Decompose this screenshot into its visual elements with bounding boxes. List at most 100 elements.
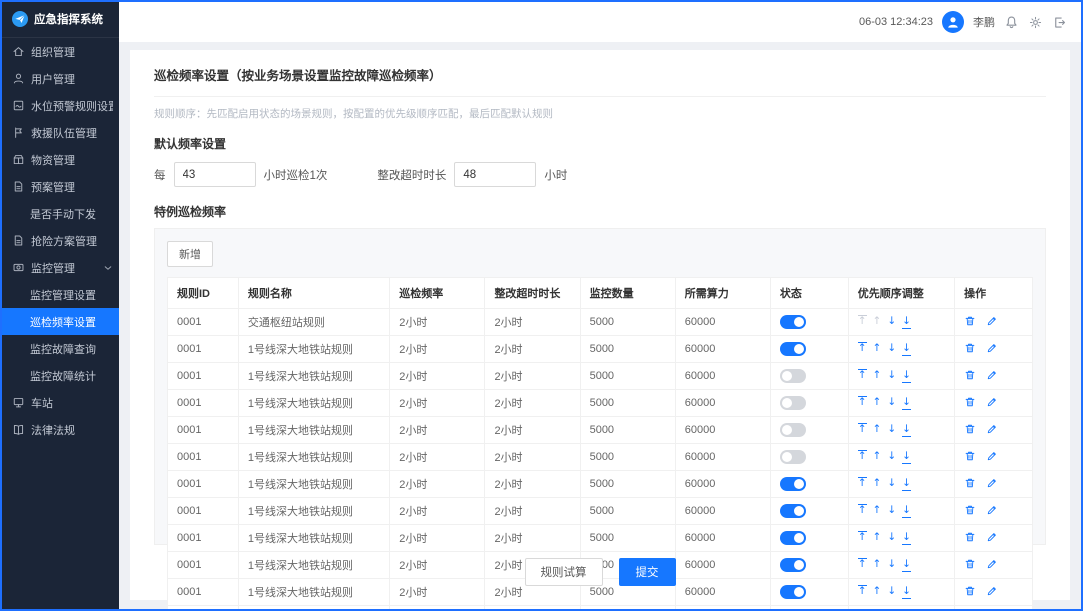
- delete-icon[interactable]: [964, 396, 976, 408]
- sidebar-item-plan-management[interactable]: 预案管理: [2, 173, 119, 200]
- delete-icon[interactable]: [964, 531, 976, 543]
- move-to-bottom-icon[interactable]: ↓: [902, 316, 911, 328]
- cell-status: [770, 606, 848, 611]
- move-to-bottom-icon[interactable]: ↓: [902, 397, 911, 409]
- status-toggle[interactable]: [780, 558, 806, 572]
- status-toggle[interactable]: [780, 342, 806, 356]
- sidebar-item-manual-dispatch[interactable]: 是否手动下发: [2, 200, 119, 227]
- sidebar-item-org-management[interactable]: 组织管理: [2, 38, 119, 65]
- status-toggle[interactable]: [780, 531, 806, 545]
- edit-icon[interactable]: [986, 369, 998, 381]
- sidebar-item-inspection-frequency-settings[interactable]: 巡检频率设置: [2, 308, 119, 335]
- move-to-bottom-icon[interactable]: ↓: [902, 424, 911, 436]
- move-to-bottom-icon[interactable]: ↓: [902, 532, 911, 544]
- delete-icon[interactable]: [964, 477, 976, 489]
- move-up-icon[interactable]: ↑: [873, 478, 882, 489]
- water-rule-icon: [12, 99, 25, 112]
- status-toggle[interactable]: [780, 369, 806, 383]
- rule-trial-button[interactable]: 规则试算: [525, 558, 603, 586]
- supplies-icon: [12, 153, 25, 166]
- edit-icon[interactable]: [986, 315, 998, 327]
- plan-icon: [12, 180, 25, 193]
- status-toggle[interactable]: [780, 315, 806, 329]
- sidebar-item-emergency-plan-management[interactable]: 抢险方案管理: [2, 227, 119, 254]
- edit-icon[interactable]: [986, 504, 998, 516]
- move-down-icon[interactable]: ↓: [887, 397, 896, 408]
- move-to-top-icon[interactable]: ↑: [858, 315, 867, 327]
- delete-icon[interactable]: [964, 504, 976, 516]
- add-rule-button[interactable]: 新增: [167, 241, 213, 267]
- sidebar-item-monitoring-fault-query[interactable]: 监控故障查询: [2, 335, 119, 362]
- move-up-icon[interactable]: ↑: [873, 505, 882, 516]
- sidebar-item-user-management[interactable]: 用户管理: [2, 65, 119, 92]
- move-to-top-icon[interactable]: ↑: [858, 477, 867, 489]
- user-avatar[interactable]: [942, 11, 964, 33]
- status-toggle[interactable]: [780, 396, 806, 410]
- move-to-top-icon[interactable]: ↑: [858, 369, 867, 381]
- move-up-icon[interactable]: ↑: [873, 370, 882, 381]
- move-down-icon[interactable]: ↓: [887, 316, 896, 327]
- edit-icon[interactable]: [986, 342, 998, 354]
- submit-button[interactable]: 提交: [619, 558, 676, 586]
- move-to-top-icon[interactable]: ↑: [858, 450, 867, 462]
- cell-status: [770, 417, 848, 444]
- inspection-interval-input[interactable]: [174, 162, 256, 187]
- move-to-bottom-icon[interactable]: ↓: [902, 478, 911, 490]
- status-toggle[interactable]: [780, 504, 806, 518]
- edit-icon[interactable]: [986, 423, 998, 435]
- move-to-top-icon[interactable]: ↑: [858, 504, 867, 516]
- status-toggle[interactable]: [780, 477, 806, 491]
- delete-icon[interactable]: [964, 342, 976, 354]
- top-header: 06-03 12:34:23 李鹏: [119, 2, 1081, 42]
- move-to-top-icon[interactable]: ↑: [858, 531, 867, 543]
- move-up-icon[interactable]: ↑: [873, 316, 882, 327]
- delete-icon[interactable]: [964, 450, 976, 462]
- bell-icon[interactable]: [1004, 15, 1019, 30]
- move-up-icon[interactable]: ↑: [873, 397, 882, 408]
- delete-icon[interactable]: [964, 315, 976, 327]
- cell-priority-adjust: ↑ ↑ ↓ ↓: [848, 471, 954, 498]
- edit-icon[interactable]: [986, 450, 998, 462]
- move-up-icon[interactable]: ↑: [873, 343, 882, 354]
- sidebar-item-rescue-team-management[interactable]: 救援队伍管理: [2, 119, 119, 146]
- sidebar-item-laws-regulations[interactable]: 法律法规: [2, 416, 119, 443]
- sidebar-item-monitoring-settings[interactable]: 监控管理设置: [2, 281, 119, 308]
- edit-icon[interactable]: [986, 477, 998, 489]
- move-down-icon[interactable]: ↓: [887, 532, 896, 543]
- cell-operations: [955, 390, 1033, 417]
- move-to-top-icon[interactable]: ↑: [858, 396, 867, 408]
- status-toggle[interactable]: [780, 585, 806, 599]
- status-toggle[interactable]: [780, 450, 806, 464]
- move-down-icon[interactable]: ↓: [887, 505, 896, 516]
- move-to-bottom-icon[interactable]: ↓: [902, 505, 911, 517]
- status-toggle[interactable]: [780, 423, 806, 437]
- move-up-icon[interactable]: ↑: [873, 424, 882, 435]
- move-to-bottom-icon[interactable]: ↓: [902, 370, 911, 382]
- move-to-bottom-icon[interactable]: ↓: [902, 343, 911, 355]
- move-to-top-icon[interactable]: ↑: [858, 342, 867, 354]
- move-up-icon[interactable]: ↑: [873, 451, 882, 462]
- delete-icon[interactable]: [964, 423, 976, 435]
- move-to-top-icon[interactable]: ↑: [858, 423, 867, 435]
- move-down-icon[interactable]: ↓: [887, 370, 896, 381]
- move-to-bottom-icon[interactable]: ↓: [902, 586, 911, 598]
- settings-icon[interactable]: [1028, 15, 1043, 30]
- edit-icon[interactable]: [986, 531, 998, 543]
- move-down-icon[interactable]: ↓: [887, 424, 896, 435]
- move-down-icon[interactable]: ↓: [887, 343, 896, 354]
- edit-icon[interactable]: [986, 396, 998, 408]
- move-up-icon[interactable]: ↑: [873, 586, 882, 597]
- move-down-icon[interactable]: ↓: [887, 478, 896, 489]
- move-down-icon[interactable]: ↓: [887, 451, 896, 462]
- sidebar-item-monitoring-fault-stats[interactable]: 监控故障统计: [2, 362, 119, 389]
- move-down-icon[interactable]: ↓: [887, 586, 896, 597]
- move-up-icon[interactable]: ↑: [873, 532, 882, 543]
- sidebar-item-water-level-warning-rules[interactable]: 水位预警规则设置: [2, 92, 119, 119]
- rectification-timeout-input[interactable]: [454, 162, 536, 187]
- sidebar-item-supplies-management[interactable]: 物资管理: [2, 146, 119, 173]
- sidebar-item-station[interactable]: 车站: [2, 389, 119, 416]
- move-to-bottom-icon[interactable]: ↓: [902, 451, 911, 463]
- logout-icon[interactable]: [1052, 15, 1067, 30]
- sidebar-item-monitoring-management[interactable]: 监控管理: [2, 254, 119, 281]
- delete-icon[interactable]: [964, 369, 976, 381]
